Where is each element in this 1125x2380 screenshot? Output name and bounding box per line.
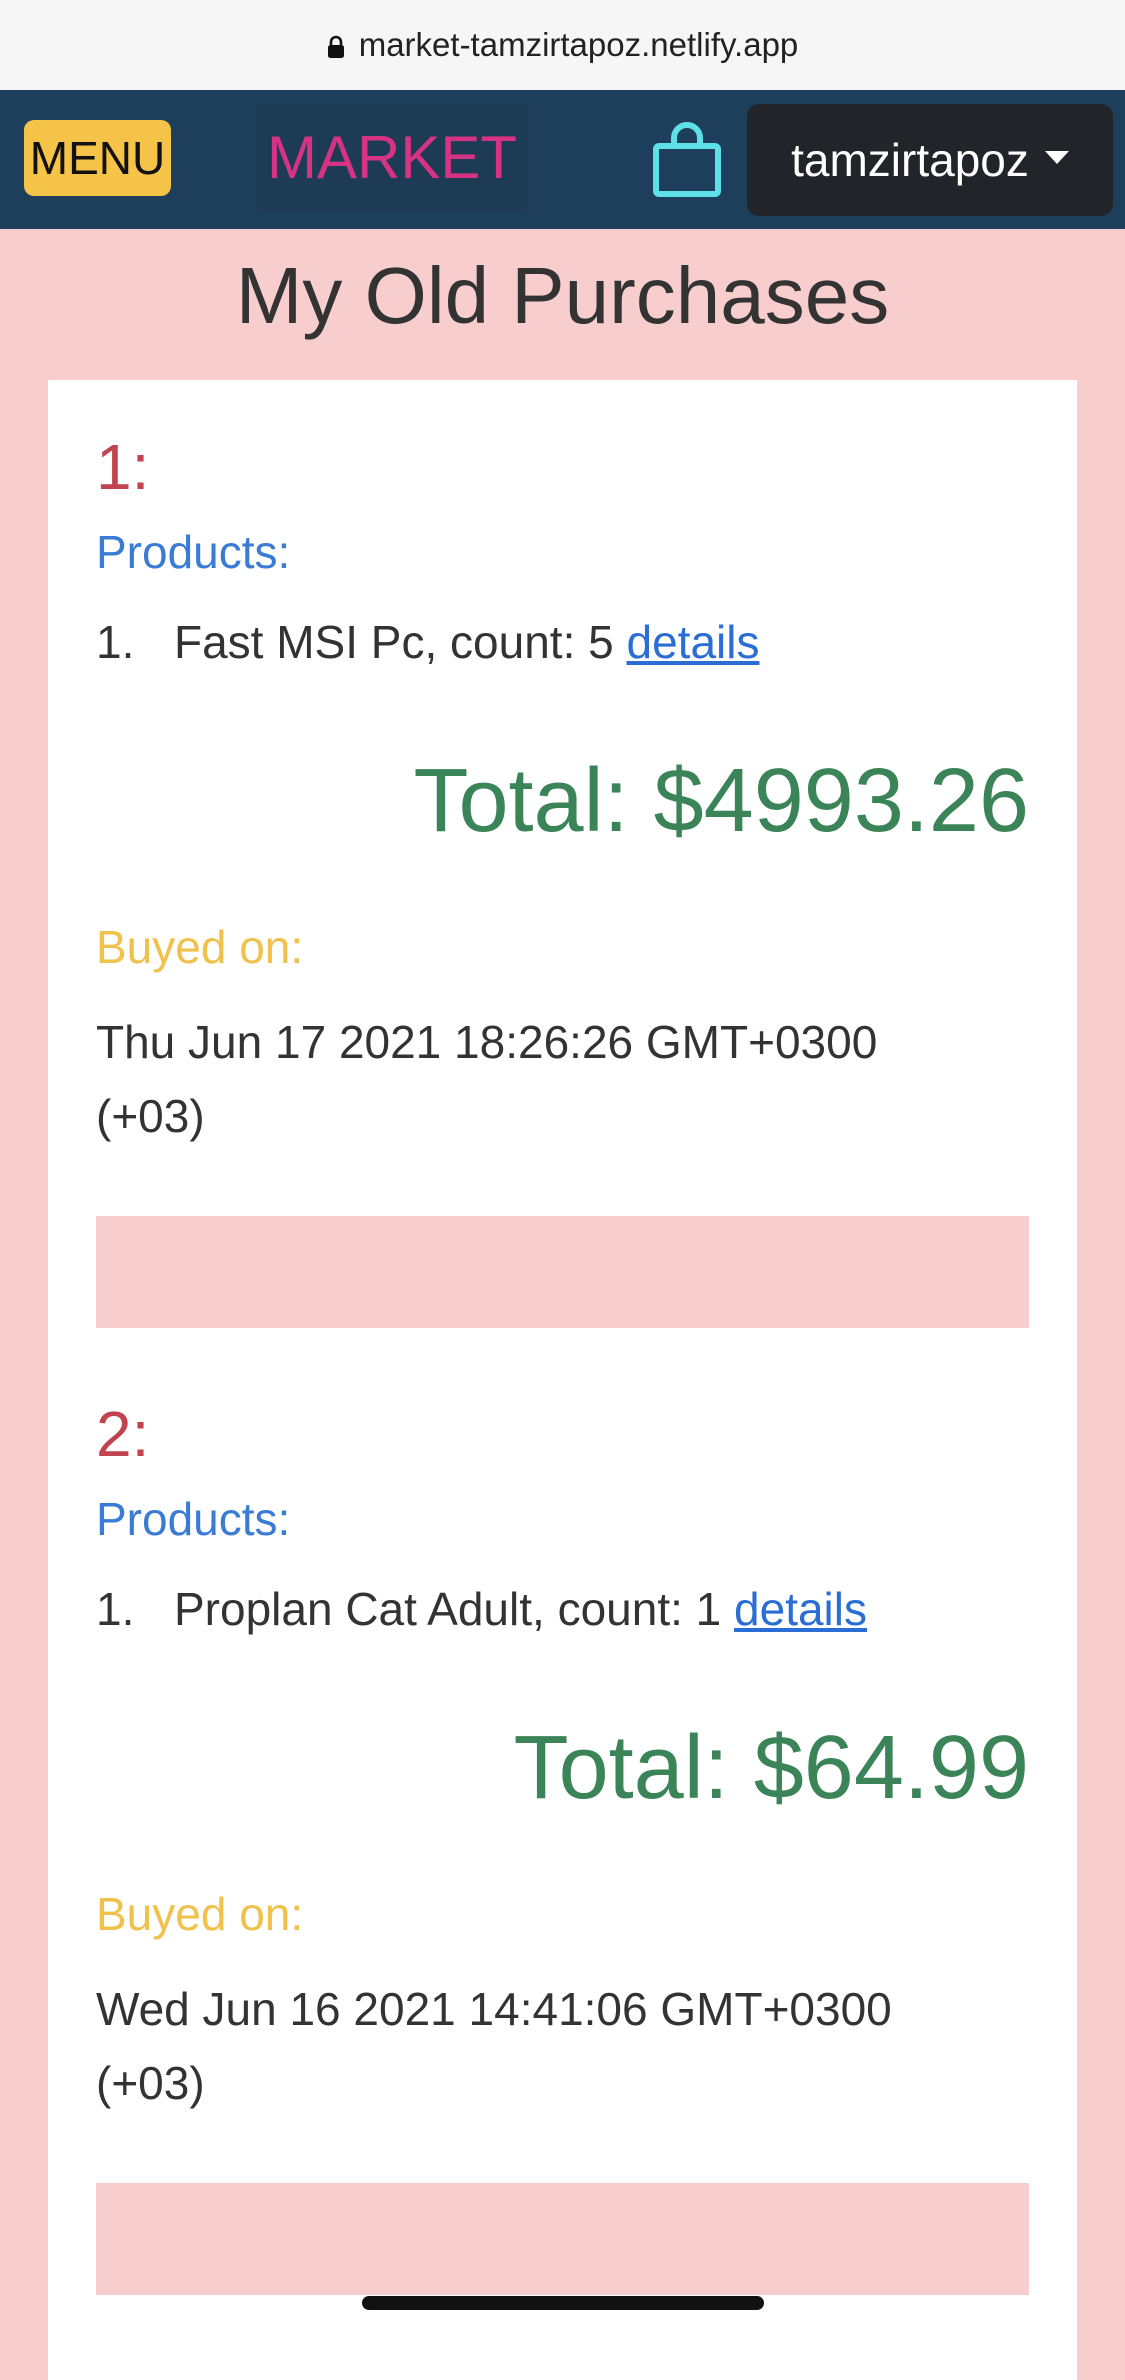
products-label: Products: xyxy=(96,1493,291,1545)
shopping-bag-icon[interactable] xyxy=(650,120,724,200)
products-label: Products: xyxy=(96,526,291,578)
order-number: 1: xyxy=(96,431,150,503)
page-title: My Old Purchases xyxy=(235,251,890,340)
navbar: MENU MARKET tamzirtapoz xyxy=(0,90,1125,229)
list-index: 1. xyxy=(96,1583,135,1635)
username-label: tamzirtapoz xyxy=(791,134,1029,186)
product-list-item: 1. Proplan Cat Adult, count: 1 details xyxy=(96,1582,867,1636)
user-dropdown[interactable]: tamzirtapoz xyxy=(747,104,1113,216)
purchases-card: 1: Products: 1. Fast MSI Pc, count: 5 de… xyxy=(48,380,1077,2380)
browser-address-bar[interactable]: market-tamzirtapoz.netlify.app xyxy=(0,0,1125,90)
product-text: Fast MSI Pc, count: 5 xyxy=(174,616,614,668)
product-text: Proplan Cat Adult, count: 1 xyxy=(174,1583,722,1635)
product-list-item: 1. Fast MSI Pc, count: 5 details xyxy=(96,615,760,669)
details-link[interactable]: details xyxy=(734,1583,867,1635)
order-total: Total: $64.99 xyxy=(513,1718,1029,1818)
purchase-date: Thu Jun 17 2021 18:26:26 GMT+0300 (+03) xyxy=(96,1016,878,1142)
order-divider xyxy=(96,2183,1029,2295)
url-text: market-tamzirtapoz.netlify.app xyxy=(358,26,799,63)
purchase-date: Wed Jun 16 2021 14:41:06 GMT+0300 (+03) xyxy=(96,1983,892,2109)
menu-button[interactable]: MENU xyxy=(24,120,171,196)
brand-logo[interactable]: MARKET xyxy=(256,104,528,210)
list-index: 1. xyxy=(96,616,135,668)
details-link[interactable]: details xyxy=(627,616,760,668)
order-total: Total: $4993.26 xyxy=(413,751,1030,851)
lock-icon xyxy=(327,35,344,58)
home-indicator[interactable] xyxy=(362,2296,764,2310)
order-divider xyxy=(96,1216,1029,1328)
chevron-down-icon xyxy=(1044,150,1069,164)
buyed-on-label: Buyed on: xyxy=(96,1888,304,1940)
order-number: 2: xyxy=(96,1398,150,1470)
buyed-on-label: Buyed on: xyxy=(96,921,304,973)
